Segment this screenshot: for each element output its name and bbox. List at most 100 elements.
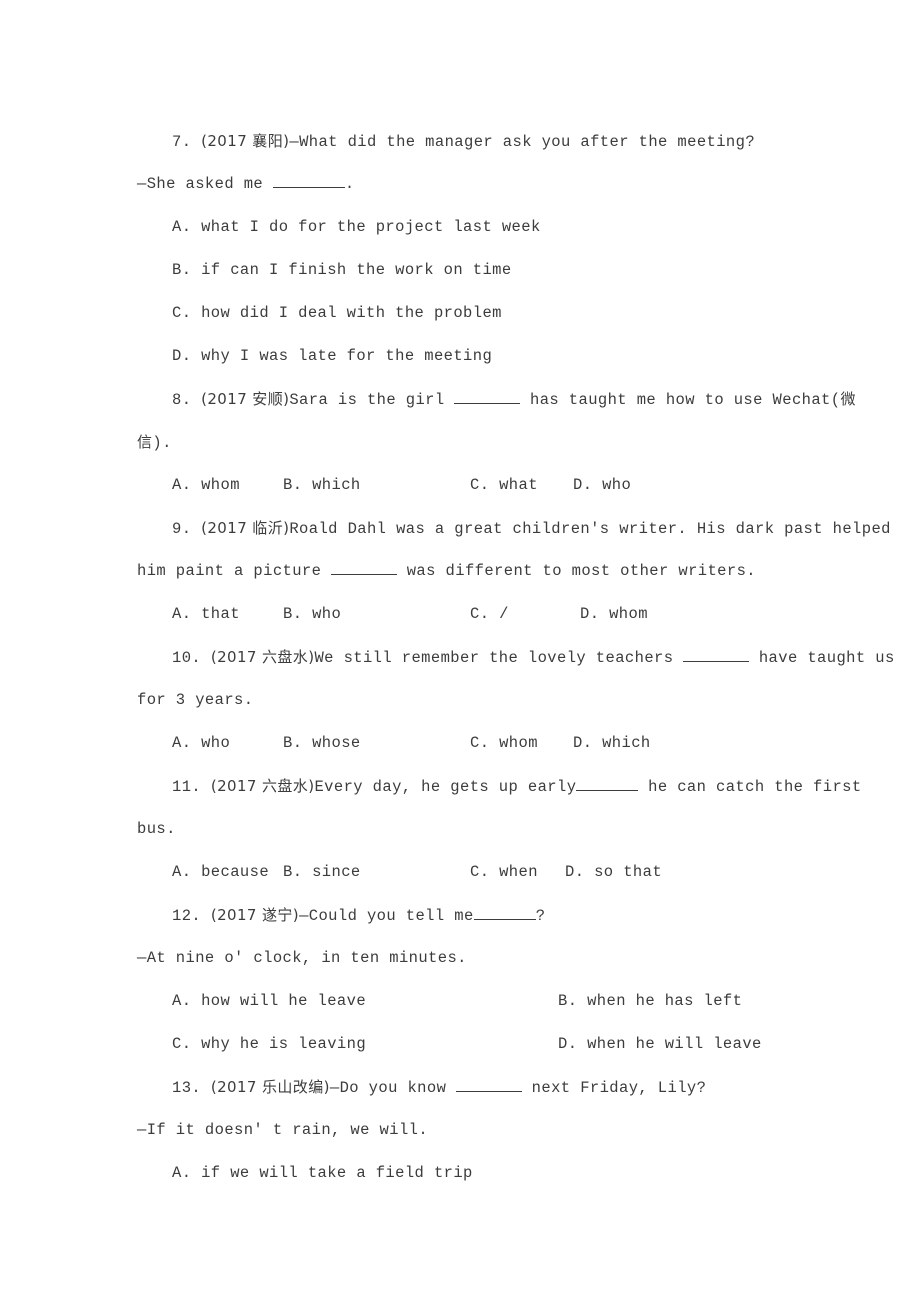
option-letter: B. [283,734,303,752]
question-9-option-b[interactable]: B. who [283,593,341,636]
question-9-stem-wrap: him paint a picture was different to mos… [137,550,837,593]
question-7-reply-after: . [344,175,355,193]
option-letter: B. [283,863,303,881]
question-12-options-row-2: C. why he is leaving D. when he will lea… [137,1023,837,1066]
question-8-number: 8. [172,391,192,409]
option-letter: C. [470,863,490,881]
question-13-source: (2017 乐山改编) [210,1078,330,1096]
question-9-options: A. that B. who C. / D. whom [137,593,837,636]
question-12-option-b[interactable]: B. when he has left [558,980,742,1023]
question-10-option-c[interactable]: C. whom [470,722,538,765]
question-10-source: (2017 六盘水) [210,648,315,666]
question-10-options: A. who B. whose C. whom D. which [137,722,837,765]
question-8-options: A. whom B. which C. what D. who [137,464,837,507]
question-12-stem-dash: — [299,907,309,925]
question-9-stem: 9. (2017 临沂)Roald Dahl was a great child… [137,507,890,550]
question-11-stem: 11. (2017 六盘水)Every day, he gets up earl… [137,765,861,808]
answer-blank[interactable] [272,187,345,188]
option-text: that [191,605,240,623]
answer-blank[interactable] [454,403,521,404]
option-text: whom [599,605,648,623]
question-11-stem-b: he can catch the first [638,778,862,796]
option-text: how did I deal with the problem [191,304,502,322]
question-11-option-b[interactable]: B. since [283,851,361,894]
option-text: since [302,863,361,881]
question-13-stem: 13. (2017 乐山改编)—Do you know next Friday,… [137,1066,837,1109]
question-10-stem-wrap: for 3 years. [137,679,837,722]
option-text: who [592,476,632,494]
question-9-option-d[interactable]: D. whom [580,593,648,636]
question-13-option-a[interactable]: A. if we will take a field trip [137,1152,837,1195]
option-text: why I was late for the meeting [191,347,493,365]
question-8-stem-wrap: 信). [137,421,837,464]
option-letter: A. [172,476,192,494]
question-10-option-a[interactable]: A. who [172,722,230,765]
question-10-stem-a: We still remember the lovely teachers [314,649,684,667]
question-10-option-d[interactable]: D. which [573,722,651,765]
option-letter: C. [172,1035,192,1053]
option-letter: C. [470,734,490,752]
option-text: whom [191,476,240,494]
option-letter: D. [573,734,593,752]
question-12-option-c[interactable]: C. why he is leaving [172,1023,366,1066]
answer-blank[interactable] [576,790,639,791]
question-8-option-d[interactable]: D. who [573,464,631,507]
question-8-option-c[interactable]: C. what [470,464,538,507]
option-letter: A. [172,992,192,1010]
question-13-stem-dash: — [329,1079,340,1097]
answer-blank[interactable] [331,574,398,575]
option-letter: D. [172,347,192,365]
question-9-option-a[interactable]: A. that [172,593,240,636]
option-letter: D. [558,1035,578,1053]
option-letter: A. [172,605,192,623]
question-12-option-a[interactable]: A. how will he leave [172,980,366,1023]
question-12-source: (2017 遂宁) [210,906,300,924]
question-9-wrap-b: was different to most other writers. [397,562,756,580]
question-7-reply-before: She asked me [146,175,273,193]
question-7-option-c[interactable]: C. how did I deal with the problem [137,292,837,335]
question-9-stem-a: Roald Dahl was a great children's writer… [289,520,891,538]
option-text: who [302,605,342,623]
option-text: when [489,863,538,881]
question-12-options-row-1: A. how will he leave B. when he has left [137,980,837,1023]
option-text: when he has left [577,992,743,1010]
question-11-option-d[interactable]: D. so that [565,851,662,894]
question-12-reply: —At nine o' clock, in ten minutes. [137,937,837,980]
answer-blank[interactable] [455,1091,522,1092]
option-letter: D. [580,605,600,623]
option-text: when he will leave [577,1035,762,1053]
question-7-option-b[interactable]: B. if can I finish the work on time [137,249,837,292]
option-text: so that [584,863,663,881]
question-8-option-b[interactable]: B. which [283,464,361,507]
option-letter: A. [172,734,192,752]
question-8-option-a[interactable]: A. whom [172,464,240,507]
option-text: who [191,734,231,752]
option-letter: A. [172,863,192,881]
question-7-reply: —She asked me . [137,163,837,206]
question-7-option-d[interactable]: D. why I was late for the meeting [137,335,837,378]
question-8-cjk-gloss: 微 [840,390,856,408]
option-text: whose [302,734,361,752]
option-text: because [191,863,270,881]
question-10-option-b[interactable]: B. whose [283,722,361,765]
option-letter: B. [172,261,192,279]
option-text: what I do for the project last week [191,218,541,236]
question-13-stem-a: Do you know [339,1079,456,1097]
question-7-stem: 7. (2017 襄阳)—What did the manager ask yo… [137,120,837,163]
question-12-stem-b: ? [535,907,546,925]
question-9-option-c[interactable]: C. / [470,593,509,636]
question-11-option-c[interactable]: C. when [470,851,538,894]
answer-blank[interactable] [683,661,750,662]
question-7-number: 7. [172,133,192,151]
question-12-option-d[interactable]: D. when he will leave [558,1023,762,1066]
question-11-stem-a: Every day, he gets up early [314,778,577,796]
option-letter: B. [558,992,578,1010]
answer-blank[interactable] [473,919,536,920]
option-letter: B. [283,605,303,623]
question-7-option-a[interactable]: A. what I do for the project last week [137,206,837,249]
option-text: which [592,734,651,752]
question-9-source: (2017 临沂) [201,519,290,537]
question-11-option-a[interactable]: A. because [172,851,269,894]
question-8-stem: 8. (2017 安顺)Sara is the girl has taught … [137,378,855,421]
question-8-wrap-tail: ). [152,434,172,452]
